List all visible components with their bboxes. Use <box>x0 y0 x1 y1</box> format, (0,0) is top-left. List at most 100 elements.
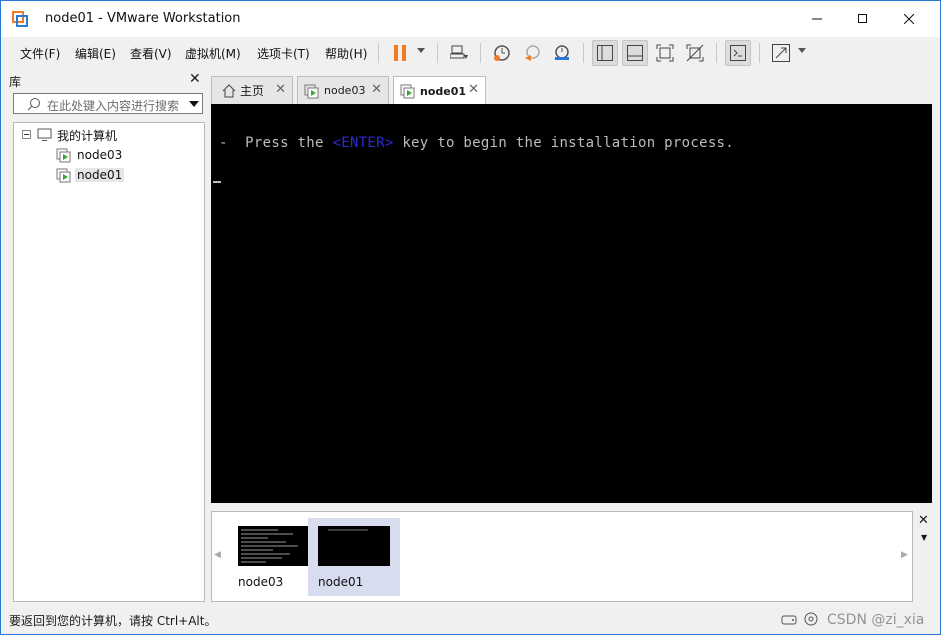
vmware-window: node01 - VMware Workstation 文件(F) 编辑(E) … <box>0 0 941 635</box>
show-library-button[interactable] <box>592 40 618 66</box>
toolbar-separator <box>716 43 717 63</box>
full-screen-icon <box>656 44 674 62</box>
console-key: <ENTER> <box>332 135 394 151</box>
thumbnail-screen <box>318 526 390 566</box>
status-bar: 要返回到您的计算机，请按 Ctrl+Alt。 CSDN @zi_xia <box>1 605 940 634</box>
menu-edit[interactable]: 编辑(E) <box>75 45 116 62</box>
search-placeholder: 在此处键入内容进行搜索 <box>47 99 180 113</box>
thumb-scroll-left-icon[interactable]: ◀ <box>214 550 221 560</box>
pause-button[interactable] <box>387 40 413 66</box>
window-title: node01 - VMware Workstation <box>45 11 241 26</box>
tab-label: node01 <box>420 84 467 98</box>
maximize-button[interactable] <box>840 1 886 37</box>
full-screen-button[interactable] <box>652 40 678 66</box>
menu-help[interactable]: 帮助(H) <box>325 45 367 62</box>
snapshot-clock-icon <box>494 45 510 61</box>
send-keys-icon <box>450 45 468 59</box>
snapshot-manager-icon <box>555 45 569 60</box>
collapse-icon[interactable] <box>22 130 32 140</box>
tab-label: node03 <box>324 84 366 97</box>
maximize-icon <box>858 14 867 23</box>
tab-home[interactable]: 主页 ✕ <box>211 76 293 104</box>
tab-node03[interactable]: node03 ✕ <box>297 76 389 104</box>
thumbnail-bar-dropdown-icon[interactable]: ▼ <box>921 533 927 542</box>
vm-icon <box>56 168 71 183</box>
pause-dropdown-arrow[interactable] <box>417 48 425 53</box>
library-close-button[interactable]: ✕ <box>189 71 201 87</box>
vm-console-screen[interactable]: - Press the <ENTER> key to begin the ins… <box>211 104 932 503</box>
vm-icon <box>304 84 319 98</box>
home-icon <box>222 83 236 97</box>
revert-snapshot-icon <box>525 45 540 61</box>
snapshot-manager-button[interactable] <box>549 40 575 66</box>
vm-icon <box>56 148 71 163</box>
thumb-scroll-right-icon[interactable]: ▶ <box>901 550 908 560</box>
unity-button[interactable] <box>682 40 708 66</box>
revert-snapshot-button[interactable] <box>519 40 545 66</box>
tree-item-node03[interactable]: node03 <box>56 146 124 164</box>
tree-root-label: 我的计算机 <box>57 128 118 143</box>
search-dropdown-arrow[interactable] <box>189 101 199 107</box>
watermark-text: CSDN @zi_xia <box>827 612 925 628</box>
tree-vm-label: node03 <box>77 148 123 162</box>
tree-item-my-computer[interactable]: 我的计算机 <box>22 126 119 144</box>
console-view-button[interactable] <box>725 40 751 66</box>
thumbnail-console-preview <box>328 529 368 531</box>
thumbnail-bar-icon <box>627 45 643 61</box>
show-thumbnail-bar-button[interactable] <box>622 40 648 66</box>
thumbnail-label: node03 <box>238 575 284 589</box>
thumbnail-label: node01 <box>318 575 364 589</box>
toolbar-separator <box>583 43 584 63</box>
toolbar-separator <box>480 43 481 63</box>
tree-vm-label: node01 <box>75 168 125 182</box>
terminal-icon <box>730 45 746 61</box>
vmware-logo-icon <box>12 11 28 27</box>
tree-item-node01[interactable]: node01 <box>56 166 125 184</box>
menu-vm[interactable]: 虚拟机(M) <box>185 45 241 62</box>
library-search-input[interactable]: 在此处键入内容进行搜索 <box>13 93 203 114</box>
thumbnail-node03[interactable]: node03 <box>228 518 320 596</box>
snapshot-button[interactable] <box>489 40 515 66</box>
tab-label: 主页 <box>240 84 265 98</box>
unity-icon <box>686 44 704 62</box>
computer-icon <box>37 128 52 141</box>
toolbar-separator <box>378 43 379 63</box>
vm-icon <box>400 84 415 99</box>
stretch-guest-button[interactable] <box>768 40 794 66</box>
stretch-icon <box>772 44 790 62</box>
thumbnail-bar-close-button[interactable]: ✕ <box>918 513 929 528</box>
library-pane-icon <box>597 45 613 61</box>
console-suffix: key to begin the installation process. <box>393 135 735 151</box>
close-icon <box>904 14 914 24</box>
minimize-icon <box>812 18 822 20</box>
tab-close-icon[interactable]: ✕ <box>275 82 286 97</box>
tab-close-icon[interactable]: ✕ <box>371 82 382 97</box>
tab-node01[interactable]: node01 ✕ <box>393 76 486 105</box>
thumbnail-screen <box>238 526 310 566</box>
console-text-line: - Press the <ENTER> key to begin the ins… <box>219 135 734 151</box>
menu-tabs[interactable]: 选项卡(T) <box>257 45 310 62</box>
thumbnail-console-preview <box>241 529 298 563</box>
toolbar-separator <box>437 43 438 63</box>
menu-view[interactable]: 查看(V) <box>130 45 172 62</box>
close-window-button[interactable] <box>886 1 932 37</box>
menu-toolbar: 文件(F) 编辑(E) 查看(V) 虚拟机(M) 选项卡(T) 帮助(H) <box>1 37 940 69</box>
title-bar: node01 - VMware Workstation <box>1 1 940 37</box>
toolbar-separator <box>759 43 760 63</box>
status-message: 要返回到您的计算机，请按 Ctrl+Alt。 <box>9 614 217 628</box>
cd-drive-icon[interactable] <box>803 611 819 627</box>
send-ctrl-alt-del-button[interactable] <box>446 40 472 66</box>
search-icon <box>27 98 40 111</box>
tab-close-icon[interactable]: ✕ <box>468 82 479 97</box>
hard-disk-icon[interactable] <box>781 612 797 626</box>
stretch-dropdown-arrow[interactable] <box>798 48 806 53</box>
console-cursor <box>213 181 221 183</box>
menu-file[interactable]: 文件(F) <box>20 45 60 62</box>
console-prefix: - Press the <box>219 135 333 151</box>
minimize-button[interactable] <box>794 1 840 37</box>
thumbnail-bar: ◀ node03 node01 ▶ <box>211 511 913 602</box>
thumbnail-node01[interactable]: node01 <box>308 518 400 596</box>
pause-icon <box>394 45 406 61</box>
library-tree: 我的计算机 node03 node01 <box>13 122 205 602</box>
library-header: 库 <box>9 75 22 89</box>
